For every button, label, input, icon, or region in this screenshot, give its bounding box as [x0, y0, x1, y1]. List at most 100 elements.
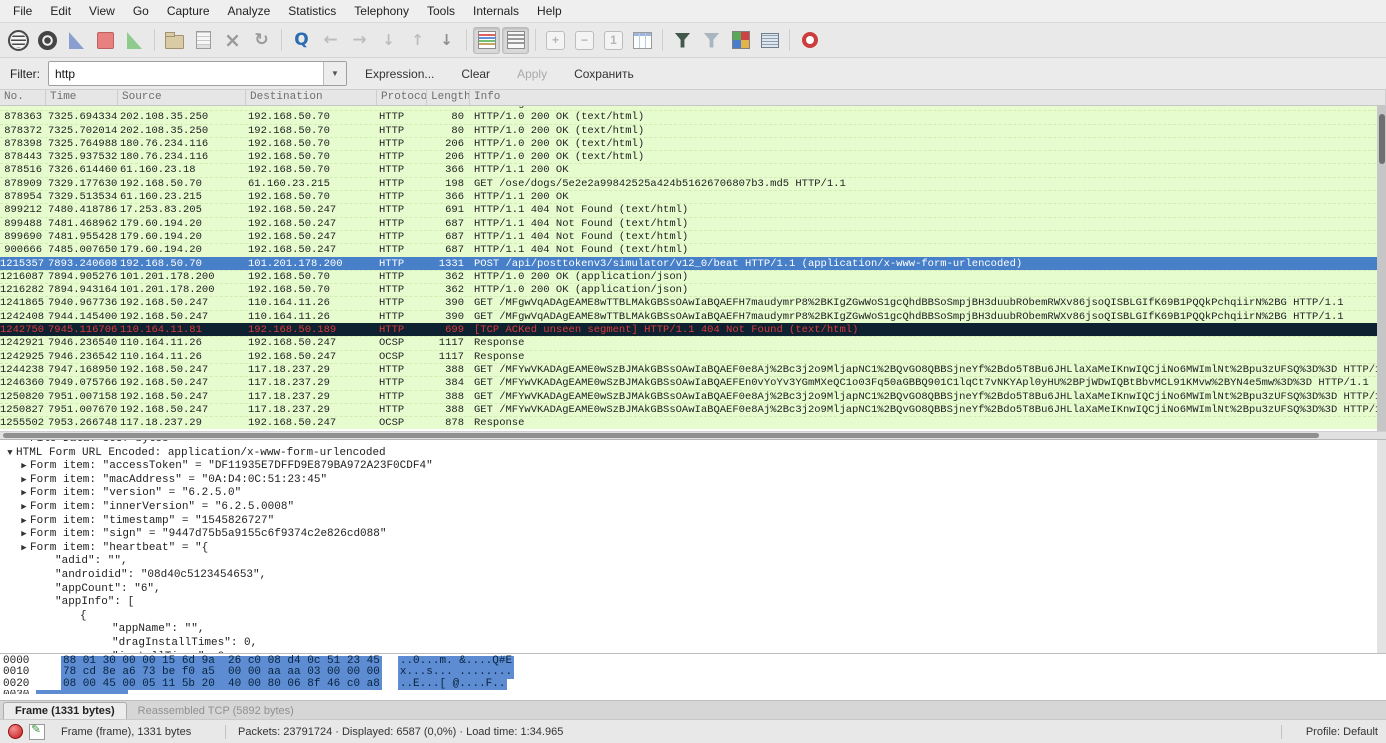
packet-row[interactable]: HTTPGET /bag HTTP/1.1: [0, 106, 1386, 110]
collapsed-arrow-icon[interactable]: ▶: [18, 542, 30, 556]
detail-line[interactable]: ▶Form item: "timestamp" = "1545826727": [0, 515, 1386, 529]
packet-row[interactable]: 8783987325.764988180.76.234.116192.168.5…: [0, 137, 1386, 150]
detail-line[interactable]: ▶Form item: "sign" = "9447d75b5a9155c6f9…: [0, 528, 1386, 542]
menu-telephony[interactable]: Telephony: [345, 1, 418, 21]
packet-row[interactable]: 12442387947.168950192.168.50.247117.18.2…: [0, 363, 1386, 376]
detail-line[interactable]: "installTimes": 0,: [0, 651, 1386, 654]
column-header-length[interactable]: Length: [427, 90, 470, 105]
packet-row[interactable]: 12424087944.145400192.168.50.247110.164.…: [0, 310, 1386, 323]
menu-view[interactable]: View: [80, 1, 124, 21]
column-header-source[interactable]: Source: [118, 90, 246, 105]
packet-row[interactable]: 8994887481.468962179.60.194.20192.168.50…: [0, 217, 1386, 230]
packet-row[interactable]: 12463607949.075766192.168.50.247117.18.2…: [0, 376, 1386, 389]
collapsed-arrow-icon[interactable]: ▶: [18, 474, 30, 488]
packet-row[interactable]: 8785167326.61446061.160.23.18192.168.50.…: [0, 163, 1386, 176]
packet-row[interactable]: 8783727325.702014202.108.35.250192.168.5…: [0, 124, 1386, 137]
packet-row[interactable]: 12427507945.116706110.164.11.81192.168.5…: [0, 323, 1386, 336]
filter-input[interactable]: [49, 62, 323, 85]
detail-line[interactable]: "appCount": "6",: [0, 583, 1386, 597]
hex-row[interactable]: 001078 cd 8e a6 73 be f0 a5 00 00 aa aa …: [0, 667, 1386, 678]
packet-row[interactable]: 12508207951.007158192.168.50.247117.18.2…: [0, 390, 1386, 403]
go-to-packet-icon[interactable]: ↓: [375, 27, 402, 54]
detail-line[interactable]: ▶Form item: "version" = "6.2.5.0": [0, 487, 1386, 501]
collapsed-arrow-icon[interactable]: ▶: [18, 460, 30, 474]
detail-line[interactable]: "appInfo": [: [0, 596, 1386, 610]
resize-columns-icon[interactable]: [629, 27, 656, 54]
find-packet-icon[interactable]: Q: [288, 27, 315, 54]
go-to-bottom-icon[interactable]: ↓: [433, 27, 460, 54]
detail-line[interactable]: "androidid": "08d40c5123454653",: [0, 569, 1386, 583]
coloring-rules-icon[interactable]: [727, 27, 754, 54]
packet-row[interactable]: 12555027953.266748117.18.237.29192.168.5…: [0, 416, 1386, 429]
menu-file[interactable]: File: [4, 1, 41, 21]
go-forward-icon[interactable]: →: [346, 27, 373, 54]
menu-help[interactable]: Help: [528, 1, 571, 21]
menu-statistics[interactable]: Statistics: [279, 1, 345, 21]
detail-line[interactable]: "adid": "",: [0, 555, 1386, 569]
packet-row[interactable]: 8789097329.177630192.168.50.7061.160.23.…: [0, 177, 1386, 190]
save-filter-button[interactable]: Сохранить: [565, 63, 643, 85]
tab-reassembled-tcp[interactable]: Reassembled TCP (5892 bytes): [127, 703, 305, 719]
capture-comment-icon[interactable]: [29, 724, 45, 740]
detail-line[interactable]: File Data: 5657 bytes: [0, 439, 1386, 447]
menu-analyze[interactable]: Analyze: [219, 1, 280, 21]
packet-row[interactable]: 8783637325.694334202.108.35.250192.168.5…: [0, 110, 1386, 123]
column-header-protocol[interactable]: Protocol: [377, 90, 427, 105]
packet-row[interactable]: 9006667485.007650179.60.194.20192.168.50…: [0, 243, 1386, 256]
packet-list-vertical-scrollbar[interactable]: [1377, 106, 1386, 431]
collapsed-arrow-icon[interactable]: ▶: [18, 528, 30, 542]
go-to-top-icon[interactable]: ↑: [404, 27, 431, 54]
detail-line[interactable]: ▶Form item: "accessToken" = "DF11935E7DF…: [0, 460, 1386, 474]
status-profile[interactable]: Profile: Default: [1294, 726, 1378, 738]
list-interfaces-icon[interactable]: [5, 27, 32, 54]
detail-line[interactable]: ▶Form item: "heartbeat" = "{: [0, 542, 1386, 556]
tab-frame[interactable]: Frame (1331 bytes): [3, 702, 127, 719]
packet-list-horizontal-scrollbar[interactable]: [0, 431, 1386, 439]
packet-row[interactable]: 8784437325.937532180.76.234.116192.168.5…: [0, 150, 1386, 163]
packet-row[interactable]: 8789547329.51353461.160.23.215192.168.50…: [0, 190, 1386, 203]
packet-row[interactable]: 12160877894.905276101.201.178.200192.168…: [0, 270, 1386, 283]
autoscroll-icon[interactable]: [502, 27, 529, 54]
column-header-info[interactable]: Info: [470, 90, 1386, 105]
detail-line[interactable]: "dragInstallTimes": 0,: [0, 637, 1386, 651]
packet-row[interactable]: 8992127480.41878617.253.83.205192.168.50…: [0, 203, 1386, 216]
capture-stop-icon[interactable]: [92, 27, 119, 54]
capture-start-icon[interactable]: [63, 27, 90, 54]
display-filters-icon[interactable]: [698, 27, 725, 54]
column-header-no[interactable]: No.: [0, 90, 46, 105]
menu-capture[interactable]: Capture: [158, 1, 219, 21]
packet-row[interactable]: 12153577893.240608192.168.50.70101.201.1…: [0, 257, 1386, 270]
preferences-icon[interactable]: [756, 27, 783, 54]
filter-dropdown-arrow-icon[interactable]: ▼: [323, 62, 346, 85]
close-file-icon[interactable]: ×: [219, 27, 246, 54]
column-header-time[interactable]: Time: [46, 90, 118, 105]
detail-line[interactable]: ▶Form item: "innerVersion" = "6.2.5.0008…: [0, 501, 1386, 515]
collapsed-arrow-icon[interactable]: ▶: [18, 515, 30, 529]
capture-filters-icon[interactable]: [669, 27, 696, 54]
colorize-icon[interactable]: [473, 27, 500, 54]
go-back-icon[interactable]: ←: [317, 27, 344, 54]
packet-row[interactable]: 12162827894.943164101.201.178.200192.168…: [0, 283, 1386, 296]
packet-row[interactable]: 12429257946.236542110.164.11.26192.168.5…: [0, 350, 1386, 363]
detail-line[interactable]: {: [0, 610, 1386, 624]
menu-go[interactable]: Go: [124, 1, 158, 21]
collapsed-arrow-icon[interactable]: ▶: [18, 501, 30, 515]
zoom-in-icon[interactable]: +: [542, 27, 569, 54]
scrollbar-thumb[interactable]: [1379, 114, 1385, 164]
detail-line[interactable]: ▼HTML Form URL Encoded: application/x-ww…: [0, 447, 1386, 461]
zoom-out-icon[interactable]: −: [571, 27, 598, 54]
reload-icon[interactable]: ↻: [248, 27, 275, 54]
detail-line[interactable]: ▶Form item: "macAddress" = "0A:D4:0C:51:…: [0, 474, 1386, 488]
expanded-arrow-icon[interactable]: ▼: [4, 447, 16, 461]
menu-edit[interactable]: Edit: [41, 1, 80, 21]
collapsed-arrow-icon[interactable]: ▶: [18, 487, 30, 501]
menu-tools[interactable]: Tools: [418, 1, 464, 21]
zoom-100-icon[interactable]: 1: [600, 27, 627, 54]
open-file-icon[interactable]: [161, 27, 188, 54]
clear-button[interactable]: Clear: [452, 63, 499, 85]
packet-row[interactable]: 12429217946.236540110.164.11.26192.168.5…: [0, 336, 1386, 349]
expression-button[interactable]: Expression...: [356, 63, 443, 85]
detail-line[interactable]: "appName": "",: [0, 623, 1386, 637]
packet-row[interactable]: 8996907481.955428179.60.194.20192.168.50…: [0, 230, 1386, 243]
column-header-destination[interactable]: Destination: [246, 90, 377, 105]
